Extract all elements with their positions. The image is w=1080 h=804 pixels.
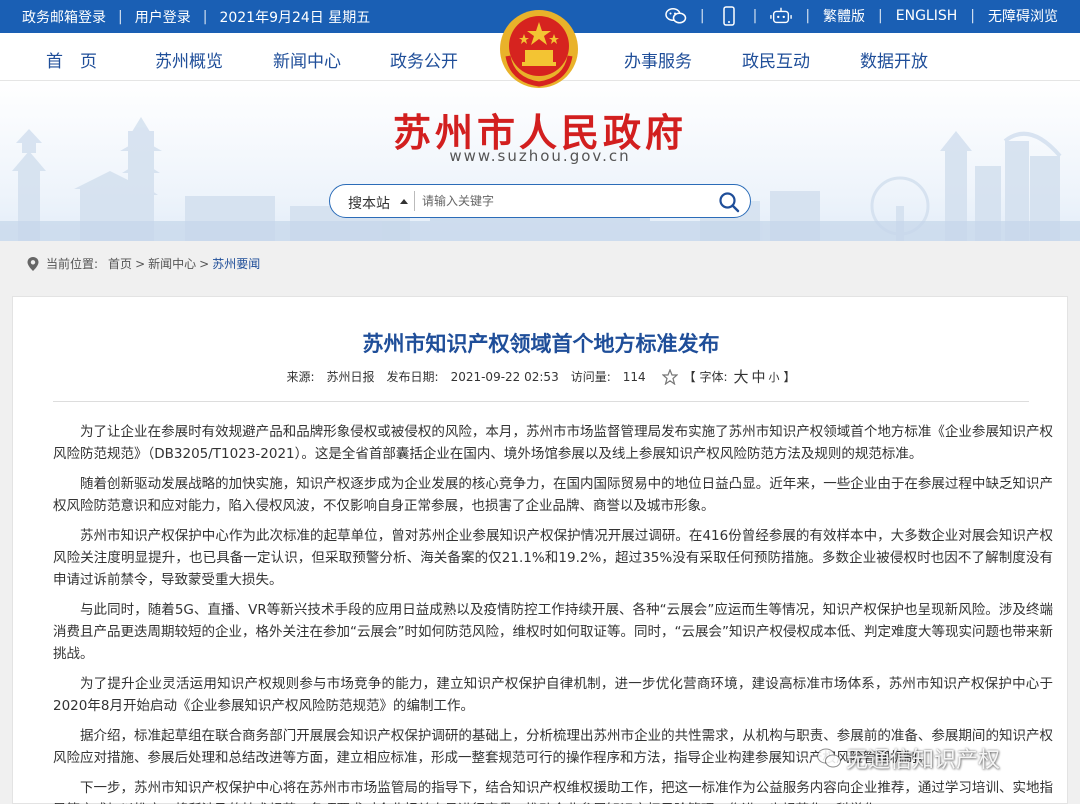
- traditional-chinese-link[interactable]: 繁體版: [823, 6, 865, 26]
- breadcrumb-label: 当前位置:: [46, 257, 99, 271]
- separator: |: [202, 9, 208, 25]
- breadcrumb-separator: >: [135, 256, 146, 271]
- article-paragraph: 随着创新驱动发展战略的加快实施，知识产权逐步成为企业发展的核心竞争力，在国内国际…: [53, 476, 1053, 514]
- separator: |: [970, 8, 975, 24]
- search-scope-dropdown[interactable]: 搜本站: [348, 193, 390, 213]
- font-size-medium[interactable]: 中: [752, 367, 766, 387]
- breadcrumb-suzhou-news[interactable]: 苏州要闻: [212, 255, 260, 272]
- search-icon[interactable]: [718, 191, 740, 213]
- article-meta: 来源: 苏州日报 发布日期: 2021-09-22 02:53 访问量: 114…: [13, 366, 1069, 387]
- english-link[interactable]: ENGLISH: [896, 8, 958, 24]
- article-paragraph: 为了让企业在参展时有效规避产品和品牌形象侵权或被侵权的风险，本月，苏州市市场监督…: [53, 424, 1053, 462]
- caret-up-icon[interactable]: [400, 199, 408, 204]
- source-label: 来源:: [286, 370, 315, 384]
- top-bar-left: 政务邮箱登录 | 用户登录 | 2021年9月24日 星期五: [22, 7, 370, 27]
- breadcrumb-news-center[interactable]: 新闻中心: [148, 255, 196, 272]
- date-value: 2021-09-22 02:53: [450, 369, 559, 384]
- separator: |: [752, 8, 758, 24]
- nav-interaction[interactable]: 政民互动: [742, 47, 810, 72]
- wechat-icon: [817, 748, 841, 768]
- divider: [414, 191, 415, 211]
- article-container: 苏州市知识产权领域首个地方标准发布 来源: 苏州日报 发布日期: 2021-09…: [12, 296, 1068, 804]
- gov-mail-login-link[interactable]: 政务邮箱登录: [22, 7, 106, 27]
- separator: |: [118, 9, 123, 25]
- search-bar: 搜本站: [329, 184, 751, 218]
- source-value: 苏州日报: [326, 370, 375, 384]
- date-label: 发布日期:: [386, 370, 439, 384]
- accessibility-link[interactable]: 无障碍浏览: [988, 6, 1058, 26]
- separator: |: [878, 8, 883, 24]
- views-label: 访问量:: [570, 370, 611, 384]
- article-title: 苏州市知识产权领域首个地方标准发布: [362, 332, 720, 356]
- watermark-text: 无通信知识产权: [846, 748, 1001, 773]
- national-emblem-icon: [500, 10, 578, 88]
- nav-services[interactable]: 办事服务: [624, 47, 692, 72]
- nav-gov-affairs[interactable]: 政务公开: [390, 47, 458, 72]
- mobile-icon[interactable]: [718, 6, 740, 26]
- nav-news-center[interactable]: 新闻中心: [273, 47, 341, 72]
- article-paragraph: 为了提升企业灵活运用知识产权规则参与市场竞争的能力，建立知识产权保护自律机制，进…: [53, 676, 1053, 714]
- breadcrumb-home[interactable]: 首页: [108, 255, 132, 272]
- article-paragraph: 下一步，苏州市知识产权保护中心将在苏州市市场监管局的指导下，结合知识产权维权援助…: [53, 780, 1053, 804]
- views-value: 114: [622, 369, 646, 384]
- font-size-close: 】: [783, 370, 796, 384]
- font-size-large[interactable]: 大: [734, 366, 749, 387]
- header-banner: 苏州市人民政府 www.suzhou.gov.cn 搜本站: [0, 81, 1080, 241]
- nav-home[interactable]: 首 页: [46, 47, 97, 72]
- search-input[interactable]: [422, 192, 702, 210]
- article-paragraph: 苏州市知识产权保护中心作为此次标准的起草单位，曾对苏州企业参展知识产权保护情况开…: [53, 528, 1053, 588]
- nav-suzhou-overview[interactable]: 苏州概览: [155, 47, 223, 72]
- top-bar-right: | | | 繁體版 | ENGLISH | 无障碍浏览: [665, 6, 1058, 26]
- wechat-icon[interactable]: [665, 6, 687, 26]
- site-url: www.suzhou.gov.cn: [449, 147, 631, 165]
- user-login-link[interactable]: 用户登录: [135, 7, 191, 27]
- font-size-small[interactable]: 小: [769, 369, 780, 385]
- watermark: 无通信知识产权: [816, 742, 1000, 774]
- divider: [53, 401, 1029, 402]
- separator: |: [699, 8, 705, 24]
- breadcrumb: 当前位置: 首页 > 新闻中心 > 苏州要闻: [26, 255, 260, 272]
- location-pin-icon: [27, 256, 39, 271]
- star-favorite-icon[interactable]: [661, 368, 678, 385]
- breadcrumb-bar: 当前位置: 首页 > 新闻中心 > 苏州要闻: [0, 241, 1080, 285]
- font-size-label: 【 字体:: [683, 370, 728, 384]
- robot-icon[interactable]: [770, 6, 793, 26]
- separator: |: [805, 8, 811, 24]
- nav-open-data[interactable]: 数据开放: [860, 47, 928, 72]
- breadcrumb-separator: >: [199, 256, 210, 271]
- article-paragraph: 与此同时，随着5G、直播、VR等新兴技术手段的应用日益成熟以及疫情防控工作持续开…: [53, 602, 1053, 662]
- current-date: 2021年9月24日 星期五: [219, 10, 371, 26]
